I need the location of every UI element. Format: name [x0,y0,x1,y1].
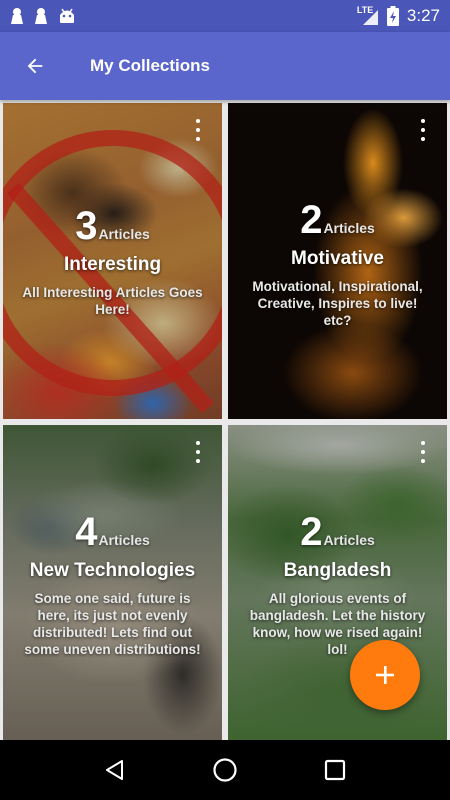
status-notifications [10,7,76,25]
plus-icon [376,666,394,684]
add-collection-button[interactable] [350,640,420,710]
notification-icon [35,8,47,24]
collection-title: Motivative [291,248,384,269]
article-count-unit: Articles [98,532,150,548]
article-count: 3 Articles [75,206,150,246]
card-menu-button[interactable] [192,441,204,463]
back-triangle-icon [106,760,123,780]
card-content: 2 Articles Motivative Motivational, Insp… [228,200,447,329]
collection-description: Motivational, Inspirational, Creative, I… [252,279,423,329]
signal-icon: LTE [357,6,379,26]
article-count-unit: Articles [323,532,375,548]
card-content: 3 Articles Interesting All Interesting A… [3,206,222,318]
recents-square-icon [324,759,346,781]
card-content: 4 Articles New Technologies Some one sai… [3,512,222,659]
notification-icon [11,8,23,24]
system-nav-bar [0,740,450,800]
collection-card-interesting[interactable]: 3 Articles Interesting All Interesting A… [3,103,222,419]
home-circle-icon [213,758,237,782]
article-count: 2 Articles [300,512,375,552]
card-menu-button[interactable] [417,441,429,463]
article-count-unit: Articles [323,220,375,236]
card-menu-button[interactable] [192,119,204,141]
nav-recents-button[interactable] [315,750,355,790]
article-count: 4 Articles [75,512,150,552]
article-count-unit: Articles [98,226,150,242]
collection-title: Bangladesh [283,560,392,581]
article-count: 2 Articles [300,200,375,240]
battery-charging-icon [386,6,399,26]
collection-title: New Technologies [29,560,196,581]
status-bar: LTE 3:27 [0,0,450,32]
article-count-number: 2 [300,198,323,242]
article-count-number: 2 [300,510,323,554]
collection-card-motivative[interactable]: 2 Articles Motivative Motivational, Insp… [228,103,447,419]
page-title: My Collections [90,56,210,75]
nav-back-button[interactable] [95,750,135,790]
card-content: 2 Articles Bangladesh All glorious event… [228,512,447,659]
arrow-back-icon [27,58,43,74]
app-bar: My Collections [0,32,450,100]
article-count-number: 3 [75,204,98,248]
android-icon [60,8,74,23]
collection-description: Some one said, future is here, its just … [24,591,201,658]
back-button[interactable] [0,32,70,100]
article-count-number: 4 [75,510,98,554]
collection-card-new-technologies[interactable]: 4 Articles New Technologies Some one sai… [3,425,222,740]
card-menu-button[interactable] [417,119,429,141]
collection-title: Interesting [63,254,162,275]
status-time: 3:27 [406,6,440,25]
collection-description: All Interesting Articles Goes Here! [22,285,203,318]
nav-home-button[interactable] [205,750,245,790]
